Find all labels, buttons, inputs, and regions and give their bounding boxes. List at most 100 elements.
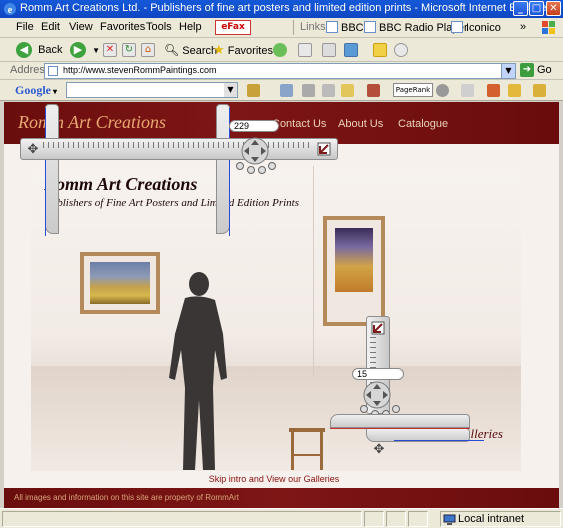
site-brand[interactable]: Romm Art Creations: [18, 112, 166, 133]
print-icon[interactable]: [322, 43, 336, 57]
google-logo[interactable]: Google ▾: [15, 83, 57, 98]
forward-button[interactable]: ▶ ▼: [70, 41, 100, 59]
svg-text:e: e: [8, 5, 13, 16]
links-chevron[interactable]: »: [520, 21, 526, 33]
ruler-option-icon[interactable]: [247, 166, 255, 174]
ruler-left-measure-line: [45, 108, 46, 236]
google-info-circle-icon[interactable]: [436, 84, 449, 97]
page-icon: [48, 66, 58, 76]
discuss-icon[interactable]: [373, 43, 387, 57]
search-button[interactable]: 🔍︎ Search: [164, 41, 217, 59]
stop-icon[interactable]: ✕: [103, 43, 117, 57]
footer-text: All images and information on this site …: [14, 493, 239, 502]
google-search-site-icon[interactable]: [280, 84, 293, 97]
vertical-ruler-rotate-icon[interactable]: [371, 321, 385, 335]
vertical-ruler-top-jaw[interactable]: [330, 414, 470, 428]
nav-about-us[interactable]: About Us: [338, 118, 383, 130]
menu-separator: [293, 20, 294, 35]
ruler-option-icon[interactable]: [268, 162, 276, 170]
google-blogger-icon[interactable]: [487, 84, 500, 97]
go-button[interactable]: ➜ Go: [520, 63, 552, 77]
menu-tools[interactable]: Tools: [146, 21, 172, 33]
vertical-ruler-top-measure-line: [330, 428, 470, 429]
nav-contact-us[interactable]: Contact Us: [272, 118, 326, 130]
horizontal-ruler[interactable]: ✥: [20, 138, 338, 160]
horizontal-ruler-ticks: [43, 142, 313, 148]
go-label: Go: [537, 63, 552, 76]
menu-favorites[interactable]: Favorites: [100, 21, 145, 33]
pagerank-meter: PageRank: [393, 83, 433, 97]
media-icon[interactable]: [273, 43, 287, 57]
menu-file[interactable]: File: [16, 21, 34, 33]
skip-intro-link[interactable]: Skip intro and View our Galleries: [4, 474, 544, 484]
vertical-ruler-bottom-measure-line: [394, 440, 484, 441]
close-button[interactable]: ✕: [546, 1, 561, 16]
edit-icon[interactable]: [344, 43, 358, 57]
status-bar: Local intranet: [0, 508, 563, 528]
horizontal-ruler-value: 229: [229, 120, 279, 132]
site-subtitle: Publishers of Fine Art Posters and Limit…: [45, 197, 300, 209]
vertical-ruler-move-icon[interactable]: ✥: [371, 442, 387, 458]
address-input[interactable]: http://www.stevenRommPaintings.com ▼: [44, 63, 516, 79]
home-icon[interactable]: ⌂: [141, 43, 155, 57]
address-bar: Address http://www.stevenRommPaintings.c…: [0, 62, 563, 80]
nav-catalogue[interactable]: Catalogue: [398, 118, 448, 130]
link-iconico[interactable]: Iconico: [451, 21, 501, 34]
favorites-label: Favorites: [227, 45, 273, 57]
google-toolbar: Google ▾ ▼ PageRank: [0, 80, 563, 101]
page-icon: [364, 21, 376, 33]
google-logo-text: Google: [15, 83, 51, 97]
status-misc: [408, 511, 428, 527]
google-search-input[interactable]: ▼: [66, 82, 238, 98]
status-progress: [364, 511, 384, 527]
address-dropdown-icon[interactable]: ▼: [501, 64, 515, 78]
painting-landscape: [80, 252, 160, 314]
ruler-option-icon[interactable]: [258, 166, 266, 174]
messenger-icon[interactable]: [394, 43, 408, 57]
favorites-star-icon: ★: [213, 42, 225, 57]
windows-logo-icon: [542, 21, 555, 34]
vertical-ruler-option-icon[interactable]: [360, 405, 368, 413]
link-bbc-label: BBC: [341, 22, 364, 34]
google-dropdown-icon: ▾: [53, 87, 58, 96]
wall-corner: [313, 166, 314, 376]
window-titlebar[interactable]: e Romm Art Creations Ltd. - Publishers o…: [0, 0, 563, 18]
google-news-icon[interactable]: [302, 84, 315, 97]
google-search-web-icon[interactable]: [247, 84, 260, 97]
ruler-move-icon[interactable]: ✥: [25, 142, 41, 158]
vertical-ruler-option-icon[interactable]: [392, 405, 400, 413]
menu-edit[interactable]: Edit: [41, 21, 60, 33]
google-search-dropdown-icon[interactable]: ▼: [224, 83, 237, 97]
google-popup-blocker-icon[interactable]: [367, 84, 380, 97]
site-footer: All images and information on this site …: [4, 488, 559, 508]
ruler-rotate-icon[interactable]: [317, 142, 331, 156]
google-folder-icon[interactable]: [508, 84, 521, 97]
standard-toolbar: ◀ Back ▼ ▶ ▼ ✕ ↻ ⌂ 🔍︎ Search ★ Favorites: [0, 38, 563, 62]
page-icon: [451, 21, 463, 33]
menu-help[interactable]: Help: [179, 21, 202, 33]
ruler-nudge-control-icon[interactable]: [240, 136, 270, 166]
painting-portrait: [323, 216, 385, 326]
ruler-option-icon[interactable]: [236, 162, 244, 170]
search-icon: 🔍︎: [164, 43, 180, 57]
minimize-button[interactable]: _: [513, 1, 528, 16]
refresh-icon[interactable]: ↻: [122, 43, 136, 57]
zone-label: Local intranet: [458, 513, 525, 525]
man-silhouette: [169, 272, 227, 470]
ie-icon: e: [4, 3, 16, 16]
favorites-button[interactable]: ★ Favorites: [213, 41, 273, 59]
google-pencil-icon[interactable]: [533, 84, 546, 97]
google-highlight-icon[interactable]: [341, 84, 354, 97]
link-bbc[interactable]: BBC: [326, 21, 364, 34]
ruler-right-jaw[interactable]: [216, 104, 230, 234]
ruler-left-jaw[interactable]: [45, 104, 59, 234]
mail-icon[interactable]: [298, 43, 312, 57]
efax-button[interactable]: eFax: [215, 20, 251, 35]
forward-arrow-icon: ▶: [70, 42, 86, 59]
maximize-button[interactable]: □: [529, 1, 544, 16]
menu-view[interactable]: View: [69, 21, 93, 33]
google-options-icon[interactable]: [461, 84, 474, 97]
stool: [289, 428, 325, 470]
forward-dropdown-icon: ▼: [92, 46, 100, 55]
google-info-icon[interactable]: [322, 84, 335, 97]
